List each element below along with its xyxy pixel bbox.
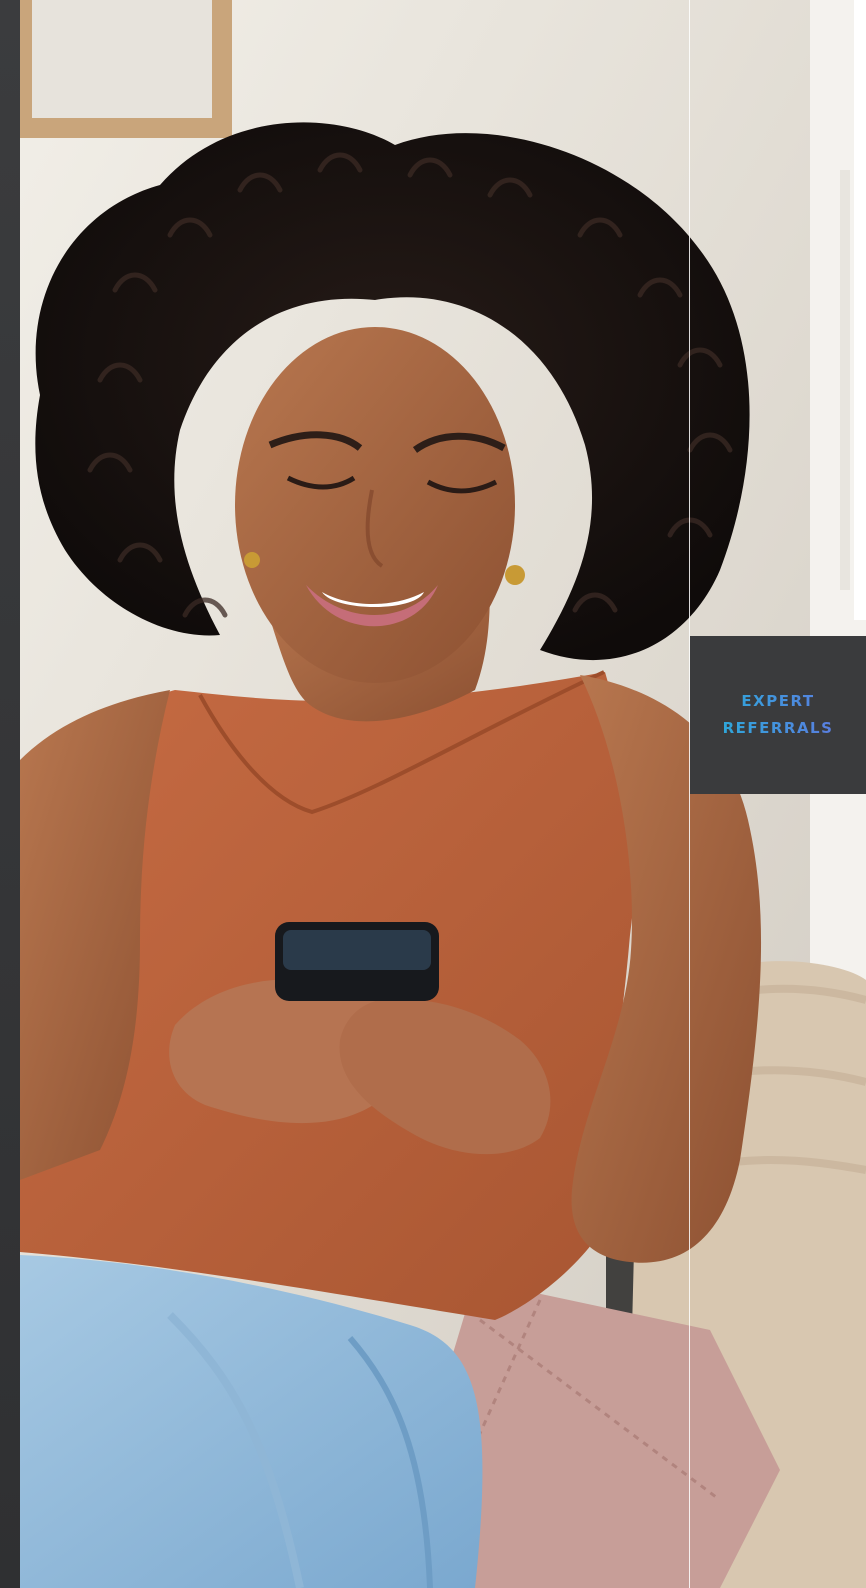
expert-referrals-label: EXPERT REFERRALS: [723, 688, 834, 742]
hero-photo: [20, 0, 866, 1588]
card-line-1: EXPERT: [741, 692, 815, 710]
vertical-divider: [689, 0, 690, 1588]
card-line-2: REFERRALS: [722, 719, 834, 737]
expert-referrals-card[interactable]: EXPERT REFERRALS: [690, 636, 866, 794]
left-rail: [0, 0, 20, 1588]
